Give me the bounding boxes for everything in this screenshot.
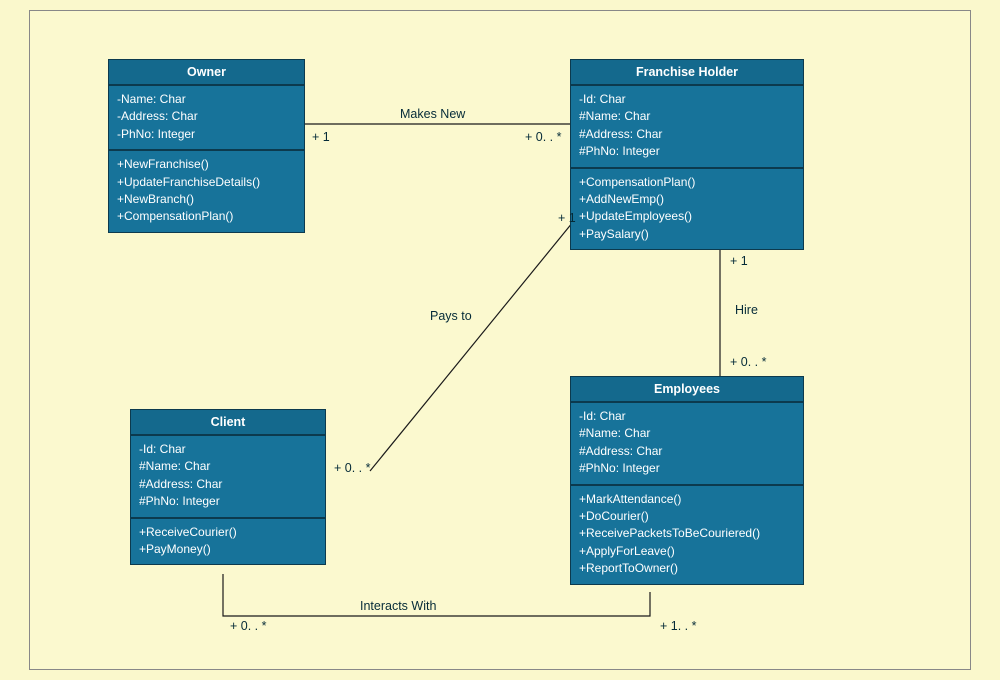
assoc-label-makes-new: Makes New xyxy=(400,107,465,121)
class-owner[interactable]: Owner -Name: Char -Address: Char -PhNo: … xyxy=(108,59,305,233)
op: +UpdateFranchiseDetails() xyxy=(117,174,296,191)
class-client[interactable]: Client -Id: Char #Name: Char #Address: C… xyxy=(130,409,326,565)
op: +NewFranchise() xyxy=(117,156,296,173)
op: +AddNewEmp() xyxy=(579,191,795,208)
op: +CompensationPlan() xyxy=(579,174,795,191)
attr: #Address: Char xyxy=(579,443,795,460)
op: +PayMoney() xyxy=(139,541,317,558)
class-attributes: -Name: Char -Address: Char -PhNo: Intege… xyxy=(109,86,304,151)
op: +DoCourier() xyxy=(579,508,795,525)
diagram-canvas: Owner -Name: Char -Address: Char -PhNo: … xyxy=(29,10,971,670)
attr: #Name: Char xyxy=(579,108,795,125)
op: +UpdateEmployees() xyxy=(579,208,795,225)
attr: -Id: Char xyxy=(579,91,795,108)
multiplicity: + 1. . * xyxy=(660,619,696,633)
assoc-label-interacts: Interacts With xyxy=(360,599,436,613)
multiplicity: + 1 xyxy=(730,254,748,268)
attr: #Address: Char xyxy=(579,126,795,143)
class-operations: +ReceiveCourier() +PayMoney() xyxy=(131,519,325,565)
multiplicity: + 0. . * xyxy=(230,619,266,633)
attr: -PhNo: Integer xyxy=(117,126,296,143)
op: +ReceivePacketsToBeCouriered() xyxy=(579,525,795,542)
class-attributes: -Id: Char #Name: Char #Address: Char #Ph… xyxy=(571,86,803,169)
attr: #Name: Char xyxy=(139,458,317,475)
class-title: Owner xyxy=(109,60,304,86)
attr: #PhNo: Integer xyxy=(579,460,795,477)
class-title: Client xyxy=(131,410,325,436)
op: +NewBranch() xyxy=(117,191,296,208)
multiplicity: + 0. . * xyxy=(525,130,561,144)
class-franchise-holder[interactable]: Franchise Holder -Id: Char #Name: Char #… xyxy=(570,59,804,250)
attr: -Id: Char xyxy=(579,408,795,425)
multiplicity: + 0. . * xyxy=(730,355,766,369)
multiplicity: + 1 xyxy=(312,130,330,144)
class-attributes: -Id: Char #Name: Char #Address: Char #Ph… xyxy=(131,436,325,519)
class-title: Employees xyxy=(571,377,803,403)
multiplicity: + 1 xyxy=(558,211,576,225)
op: +PaySalary() xyxy=(579,226,795,243)
attr: #Address: Char xyxy=(139,476,317,493)
attr: #Name: Char xyxy=(579,425,795,442)
class-attributes: -Id: Char #Name: Char #Address: Char #Ph… xyxy=(571,403,803,486)
op: +ApplyForLeave() xyxy=(579,543,795,560)
class-employees[interactable]: Employees -Id: Char #Name: Char #Address… xyxy=(570,376,804,585)
class-operations: +CompensationPlan() +AddNewEmp() +Update… xyxy=(571,169,803,250)
attr: -Id: Char xyxy=(139,441,317,458)
assoc-label-pays-to: Pays to xyxy=(430,309,472,323)
attr: #PhNo: Integer xyxy=(579,143,795,160)
assoc-label-hire: Hire xyxy=(735,303,758,317)
op: +CompensationPlan() xyxy=(117,208,296,225)
attr: -Name: Char xyxy=(117,91,296,108)
attr: #PhNo: Integer xyxy=(139,493,317,510)
multiplicity: + 0. . * xyxy=(334,461,370,475)
class-title: Franchise Holder xyxy=(571,60,803,86)
class-operations: +MarkAttendance() +DoCourier() +ReceiveP… xyxy=(571,486,803,584)
op: +ReportToOwner() xyxy=(579,560,795,577)
op: +ReceiveCourier() xyxy=(139,524,317,541)
op: +MarkAttendance() xyxy=(579,491,795,508)
attr: -Address: Char xyxy=(117,108,296,125)
class-operations: +NewFranchise() +UpdateFranchiseDetails(… xyxy=(109,151,304,232)
